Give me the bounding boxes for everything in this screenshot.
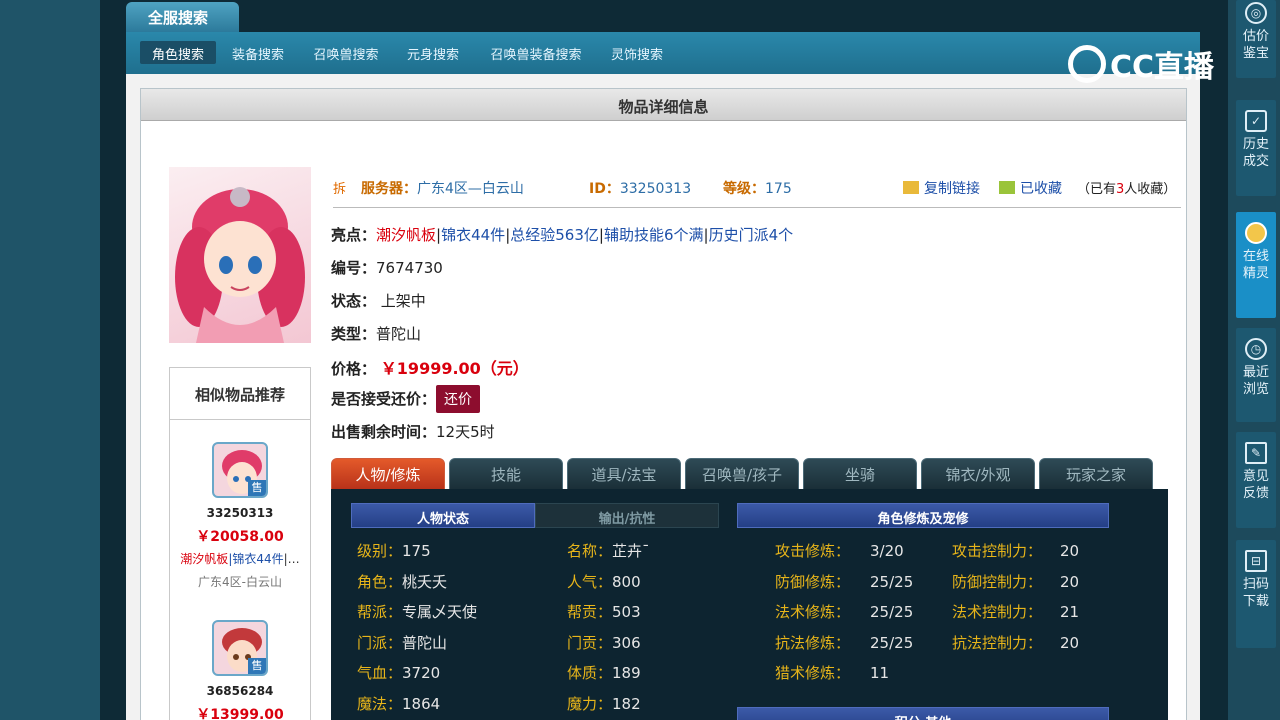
serial-field: 编号：7674730	[331, 259, 443, 277]
sidebar-recent[interactable]: ◷ 最近 浏览	[1236, 328, 1276, 422]
cult-attack: 攻击修炼： 3/20	[775, 542, 904, 560]
cult-spell: 法术修炼： 25/25	[775, 603, 914, 621]
stat-role: 角色：桃夭夭	[357, 573, 448, 591]
tab-role-search[interactable]: 角色搜索	[140, 41, 216, 64]
type-field: 类型：普陀山	[331, 325, 422, 343]
stat-magic: 魔力：182	[567, 695, 641, 713]
highlight-link[interactable]: 历史门派4个	[709, 226, 794, 244]
tab-output-resist[interactable]: 输出/抗性	[535, 503, 719, 528]
sidebar-online-sprite[interactable]: 在线 精灵	[1236, 212, 1276, 318]
sprite-icon	[1245, 222, 1267, 244]
copy-link-icon	[903, 181, 919, 194]
tab-player-home[interactable]: 玩家之家	[1039, 458, 1153, 490]
highlight-link[interactable]: 潮汐帆板	[376, 226, 436, 244]
tab-character-status[interactable]: 人物状态	[351, 503, 535, 528]
stat-school-contribution: 门贡：306	[567, 634, 641, 652]
content-tabs: 人物/修炼 技能 道具/法宝 召唤兽/孩子 坐骑 锦衣/外观 玩家之家	[331, 458, 1167, 490]
similar-item-thumb[interactable]: 售	[212, 620, 268, 676]
highlights: 亮点：潮汐帆板|锦衣44件|总经验563亿|辅助技能6个满|历史门派4个	[331, 226, 794, 244]
left-background	[0, 0, 100, 720]
cult-hunting: 猎术修炼： 11	[775, 664, 890, 682]
tab-yuanshen-search[interactable]: 元身搜索	[400, 41, 466, 64]
stat-school: 门派：普陀山	[357, 634, 448, 652]
tab-pet-search[interactable]: 召唤兽搜索	[306, 41, 386, 64]
stat-hp: 气血：3720	[357, 664, 441, 682]
search-tabbar: 角色搜索 装备搜索 召唤兽搜索 元身搜索 召唤兽装备搜索 灵饰搜索	[126, 32, 1200, 74]
character-avatar	[169, 167, 311, 343]
tab-outfits[interactable]: 锦衣/外观	[921, 458, 1035, 490]
highlight-link[interactable]: 总经验563亿	[510, 226, 599, 244]
character-content: 人物状态 输出/抗性 角色修炼及宠修 级别：175 角色：桃夭夭 帮派：专属乄天…	[331, 489, 1168, 720]
ctrl-defense: 防御控制力： 20	[952, 573, 1080, 591]
cult-resist: 抗法修炼： 25/25	[775, 634, 914, 652]
ctrl-resist: 抗法控制力： 20	[952, 634, 1080, 652]
sidebar-history-deals[interactable]: ✓ 历史 成交	[1236, 100, 1276, 196]
sale-badge: 售	[248, 480, 266, 496]
remaining-time-field: 出售剩余时间：12天5时	[331, 423, 495, 441]
tab-ornament-search[interactable]: 灵饰搜索	[604, 41, 670, 64]
similar-item[interactable]: 售 33250313 ￥20058.00 潮汐帆板|锦衣44件|… 广东4区-白…	[170, 442, 310, 590]
cult-defense: 防御修炼： 25/25	[775, 573, 914, 591]
stat-popularity: 人气：800	[567, 573, 641, 591]
similar-item[interactable]: 售 36856284 ￥13999.00	[170, 620, 310, 720]
tab-skills[interactable]: 技能	[449, 458, 563, 490]
server-info: 服务器：广东4区—白云山	[361, 181, 524, 197]
similar-items-title: 相似物品推荐	[170, 368, 310, 420]
ctrl-attack: 攻击控制力： 20	[952, 542, 1080, 560]
appraise-icon: ◎	[1245, 2, 1267, 24]
stat-name: 名称：芷卉ˉ	[567, 542, 650, 560]
search-title-tab[interactable]: 全服搜索	[126, 2, 239, 32]
sidebar-appraise[interactable]: ◎ 估价 鉴宝	[1236, 0, 1276, 78]
favorite-count: （已有3人收藏）	[1077, 182, 1177, 197]
stat-level: 级别：175	[357, 542, 431, 560]
item-id-info: ID：33250313	[589, 181, 692, 197]
similar-item-price: ￥13999.00	[196, 707, 284, 720]
level-info: 等级：175	[723, 181, 792, 197]
similar-item-tags: 潮汐帆板|锦衣44件|…	[180, 552, 300, 566]
similar-item-id: 33250313	[206, 506, 274, 520]
haggle-field: 是否接受还价： 还价	[331, 385, 481, 413]
stat-guild-contribution: 帮贡：503	[567, 603, 641, 621]
similar-item-price: ￥20058.00	[196, 529, 284, 545]
similar-items-box: 相似物品推荐 售 33250313 ￥20058.00 潮汐帆板|锦衣44件|……	[169, 367, 311, 720]
similar-item-id: 36856284	[206, 684, 274, 698]
status-field: 状态： 上架中	[331, 292, 426, 310]
cc-live-watermark: CC直播	[1068, 42, 1240, 92]
clock-icon: ◷	[1245, 338, 1267, 360]
detail-panel: 物品详细信息 相似物品推荐 售 33250313 ￥20058.00 潮汐帆板|…	[140, 88, 1187, 720]
ctrl-spell: 法术控制力： 21	[952, 603, 1080, 621]
cultivation-header: 角色修炼及宠修	[737, 503, 1109, 528]
stat-guild: 帮派：专属乄天使	[357, 603, 478, 621]
copy-link-button[interactable]: 复制链接	[903, 178, 980, 198]
tab-items-treasure[interactable]: 道具/法宝	[567, 458, 681, 490]
highlight-link[interactable]: 锦衣44件	[441, 226, 505, 244]
score-other-header: 积分 其他	[737, 707, 1109, 720]
stat-constitution: 体质：189	[567, 664, 641, 682]
highlight-link[interactable]: 辅助技能6个满	[604, 226, 704, 244]
cc-logo-icon	[1068, 45, 1106, 83]
sale-badge: 售	[248, 658, 266, 674]
price-field: 价格： ￥19999.00（元）	[331, 359, 529, 378]
haggle-button[interactable]: 还价	[436, 385, 481, 413]
sidebar-feedback[interactable]: ✎ 意见 反馈	[1236, 432, 1276, 528]
feedback-icon: ✎	[1245, 442, 1267, 464]
history-deal-icon: ✓	[1245, 110, 1267, 132]
tab-character-cultivation[interactable]: 人物/修炼	[331, 458, 445, 490]
favorite-icon	[999, 181, 1015, 194]
tab-pet-equip-search[interactable]: 召唤兽装备搜索	[482, 41, 590, 64]
tab-mounts[interactable]: 坐骑	[803, 458, 917, 490]
panel-title: 物品详细信息	[141, 89, 1186, 121]
main-window: 全服搜索 角色搜索 装备搜索 召唤兽搜索 元身搜索 召唤兽装备搜索 灵饰搜索 物…	[126, 0, 1200, 720]
stat-mp: 魔法：1864	[357, 695, 441, 713]
sidebar-scan-download[interactable]: ⊟ 扫码 下载	[1236, 540, 1276, 648]
favorite-button[interactable]: 已收藏	[999, 178, 1062, 198]
item-info-row: 拆 服务器：广东4区—白云山 ID：33250313 等级：175 复制链接 已…	[333, 178, 1181, 208]
split-mark: 拆	[333, 182, 347, 197]
tab-pets-children[interactable]: 召唤兽/孩子	[685, 458, 799, 490]
scan-icon: ⊟	[1245, 550, 1267, 572]
tab-equip-search[interactable]: 装备搜索	[224, 41, 292, 64]
similar-item-server: 广东4区-白云山	[198, 575, 282, 589]
similar-item-thumb[interactable]: 售	[212, 442, 268, 498]
